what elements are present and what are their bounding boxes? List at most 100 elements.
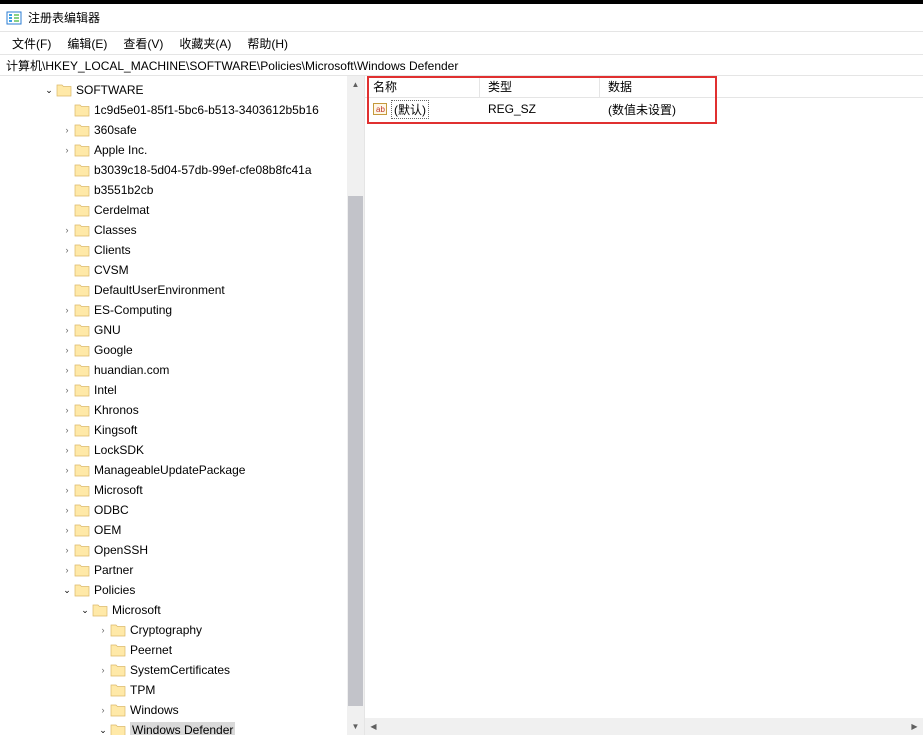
expander-closed-icon[interactable]: ›: [60, 465, 74, 475]
tree-node-label: Cerdelmat: [94, 203, 149, 217]
titlebar[interactable]: 注册表编辑器: [0, 4, 923, 32]
tree-scroll-down-arrow[interactable]: ▼: [347, 718, 364, 735]
tree-node-b3551b2cb[interactable]: ·b3551b2cb: [0, 180, 364, 200]
tree-node-label: Khronos: [94, 403, 139, 417]
expander-closed-icon[interactable]: ›: [96, 625, 110, 635]
expander-closed-icon[interactable]: ›: [60, 125, 74, 135]
tree-node-peernet[interactable]: ·Peernet: [0, 640, 364, 660]
folder-icon: [74, 363, 90, 377]
tree-node-microsoft[interactable]: ›Microsoft: [0, 480, 364, 500]
tree-node-intel[interactable]: ›Intel: [0, 380, 364, 400]
tree-node-es-computing[interactable]: › ES-Computing: [0, 300, 364, 320]
tree-node-partner[interactable]: ›Partner: [0, 560, 364, 580]
value-row[interactable]: ab (默认) REG_SZ (数值未设置): [365, 98, 923, 120]
address-path: 计算机\HKEY_LOCAL_MACHINE\SOFTWARE\Policies…: [6, 57, 458, 74]
expander-closed-icon[interactable]: ›: [60, 565, 74, 575]
tree-node-1c9d5e01-85f1-5bc6-b513-3403612b5b16[interactable]: ·1c9d5e01-85f1-5bc6-b513-3403612b5b16: [0, 100, 364, 120]
column-header-type[interactable]: 类型: [480, 76, 600, 97]
regedit-icon: [6, 10, 22, 26]
expander-closed-icon[interactable]: ›: [60, 325, 74, 335]
folder-icon: [110, 623, 126, 637]
tree-node-systemcertificates[interactable]: › SystemCertificates: [0, 660, 364, 680]
expander-closed-icon[interactable]: ›: [60, 245, 74, 255]
column-header-name[interactable]: 名称: [365, 76, 480, 97]
tree-node-label: ES-Computing: [94, 303, 172, 317]
tree-node-software[interactable]: ⌄ SOFTWARE: [0, 80, 364, 100]
tree-vscrollbar-track[interactable]: ▲ ▼: [347, 76, 364, 735]
expander-closed-icon[interactable]: ›: [60, 525, 74, 535]
tree-node-gnu[interactable]: ›GNU: [0, 320, 364, 340]
expander-open-icon[interactable]: ⌄: [78, 605, 92, 616]
tree-node-apple-inc[interactable]: ›Apple Inc.: [0, 140, 364, 160]
tree-node-clients[interactable]: ›Clients: [0, 240, 364, 260]
tree-node-cvsm[interactable]: ·CVSM: [0, 260, 364, 280]
column-header-data[interactable]: 数据: [600, 76, 923, 97]
tree-node-label: Policies: [94, 583, 135, 597]
values-scroll-left-arrow[interactable]: ◀: [365, 718, 382, 735]
expander-closed-icon[interactable]: ›: [60, 145, 74, 155]
menu-file[interactable]: 文件(F): [6, 33, 61, 54]
expander-closed-icon[interactable]: ›: [60, 225, 74, 235]
tree-node-google[interactable]: ›Google: [0, 340, 364, 360]
tree-node-windows[interactable]: ›Windows: [0, 700, 364, 720]
expander-closed-icon[interactable]: ›: [96, 705, 110, 715]
tree-node-classes[interactable]: ›Classes: [0, 220, 364, 240]
tree-node-b3039c18-5d04-57db-99ef-cfe08b8fc41a[interactable]: ·b3039c18-5d04-57db-99ef-cfe08b8fc41a: [0, 160, 364, 180]
tree-node-cryptography[interactable]: ›Cryptography: [0, 620, 364, 640]
menu-favorites[interactable]: 收藏夹(A): [173, 33, 241, 54]
values-pane[interactable]: 名称 类型 数据 ab (默认) REG_SZ (数值未设置): [365, 76, 923, 735]
tree-node-khronos[interactable]: › Khronos: [0, 400, 364, 420]
tree-node-label: SOFTWARE: [76, 83, 144, 97]
tree-node-manageableupdatepackage[interactable]: ›ManageableUpdatePackage: [0, 460, 364, 480]
tree-node-360safe[interactable]: ›360safe: [0, 120, 364, 140]
tree-node-label: Kingsoft: [94, 423, 137, 437]
expander-closed-icon[interactable]: ›: [60, 425, 74, 435]
tree-node-odbc[interactable]: ›ODBC: [0, 500, 364, 520]
tree-node-kingsoft[interactable]: › Kingsoft: [0, 420, 364, 440]
expander-closed-icon[interactable]: ›: [60, 445, 74, 455]
tree-node-microsoft[interactable]: ⌄Microsoft: [0, 600, 364, 620]
expander-closed-icon[interactable]: ›: [60, 545, 74, 555]
menu-help[interactable]: 帮助(H): [241, 33, 298, 54]
tree-node-windows-defender[interactable]: ⌄Windows Defender: [0, 720, 364, 735]
tree-pane[interactable]: ⌄ SOFTWARE ·1c9d5e01-85f1-5bc6-b513-340361…: [0, 76, 365, 735]
address-bar[interactable]: 计算机\HKEY_LOCAL_MACHINE\SOFTWARE\Policies…: [0, 54, 923, 76]
expander-closed-icon[interactable]: ›: [60, 485, 74, 495]
tree-node-huandian-com[interactable]: ›huandian.com: [0, 360, 364, 380]
tree-node-defaultuserenvironment[interactable]: ·DefaultUserEnvironment: [0, 280, 364, 300]
expander-closed-icon[interactable]: ›: [96, 665, 110, 675]
tree-node-tpm[interactable]: ·TPM: [0, 680, 364, 700]
tree-node-label: CVSM: [94, 263, 129, 277]
value-name: (默认): [391, 100, 429, 119]
expander-open-icon[interactable]: ⌄: [42, 85, 56, 96]
tree-node-label: b3551b2cb: [94, 183, 153, 197]
values-scroll-right-arrow[interactable]: ▶: [906, 718, 923, 735]
menu-view[interactable]: 查看(V): [117, 33, 173, 54]
value-data: (数值未设置): [600, 101, 923, 118]
folder-icon: [74, 123, 90, 137]
tree-vscrollbar-thumb[interactable]: [348, 196, 363, 706]
svg-text:ab: ab: [376, 105, 385, 114]
folder-icon: [110, 663, 126, 677]
tree-node-openssh[interactable]: ›OpenSSH: [0, 540, 364, 560]
menu-edit[interactable]: 编辑(E): [61, 33, 117, 54]
expander-open-icon[interactable]: ⌄: [96, 725, 110, 735]
folder-icon: [74, 563, 90, 577]
tree-node-policies[interactable]: ⌄ Policies: [0, 580, 364, 600]
tree-node-oem[interactable]: ›OEM: [0, 520, 364, 540]
values-hscrollbar-track[interactable]: ◀ ▶: [365, 718, 923, 735]
expander-closed-icon[interactable]: ›: [60, 365, 74, 375]
folder-icon: [74, 103, 90, 117]
folder-icon: [74, 323, 90, 337]
expander-open-icon[interactable]: ⌄: [60, 585, 74, 596]
expander-closed-icon[interactable]: ›: [60, 385, 74, 395]
folder-icon: [74, 303, 90, 317]
tree-scroll-up-arrow[interactable]: ▲: [347, 76, 364, 93]
expander-closed-icon[interactable]: ›: [60, 345, 74, 355]
tree-node-cerdelmat[interactable]: ·Cerdelmat: [0, 200, 364, 220]
expander-closed-icon[interactable]: ›: [60, 405, 74, 415]
expander-closed-icon[interactable]: ›: [60, 505, 74, 515]
expander-closed-icon[interactable]: ›: [60, 305, 74, 315]
tree-node-label: SystemCertificates: [130, 663, 230, 677]
tree-node-locksdk[interactable]: ›LockSDK: [0, 440, 364, 460]
